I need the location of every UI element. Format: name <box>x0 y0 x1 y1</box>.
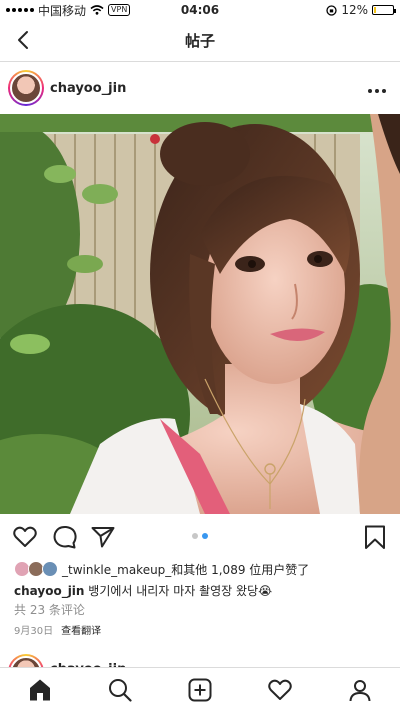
status-right: 12% <box>326 3 396 17</box>
plus-square-icon[interactable] <box>187 677 213 703</box>
view-comments-link[interactable]: 共 23 条评论 <box>14 601 85 618</box>
avatar-image <box>10 72 42 104</box>
likes-text: _twinkle_makeup_和其他 1,089 位用户赞了 <box>62 562 310 577</box>
signal-icon <box>6 8 34 12</box>
liker-avatars <box>14 561 60 577</box>
post-date: 9月30日 <box>14 626 54 637</box>
carrier-label: 中国移动 <box>38 3 87 18</box>
avatar <box>42 561 58 577</box>
nav-bar: 帖子 <box>0 20 400 62</box>
search-icon[interactable] <box>107 677 133 703</box>
home-icon[interactable] <box>27 677 53 703</box>
battery-percent: 12% <box>341 3 368 17</box>
heart-icon[interactable] <box>12 524 38 550</box>
post-photo[interactable] <box>0 114 400 514</box>
post-username[interactable]: chayoo_jin <box>50 81 126 96</box>
translate-link[interactable]: 查看翻译 <box>61 622 101 637</box>
orientation-lock-icon <box>326 4 337 16</box>
caption: chayoo_jin 뱅기에서 내리자 마자 촬영장 왔당😭 <box>14 582 390 600</box>
activity-heart-icon[interactable] <box>267 677 293 703</box>
battery-icon <box>372 5 396 15</box>
carousel-indicator <box>192 533 208 539</box>
bookmark-icon[interactable] <box>362 524 388 550</box>
avatar[interactable] <box>8 70 44 106</box>
carousel-dot <box>192 533 198 539</box>
post-header: chayoo_jin <box>0 62 400 114</box>
paper-plane-icon[interactable] <box>90 524 116 550</box>
likes-row[interactable]: _twinkle_makeup_和其他 1,089 位用户赞了 <box>14 560 390 578</box>
page-title: 帖子 <box>184 32 215 50</box>
profile-icon[interactable] <box>347 677 373 703</box>
carousel-dot <box>202 533 208 539</box>
photo-illustration <box>0 114 400 514</box>
more-horizontal-icon[interactable] <box>362 83 392 93</box>
status-bar: 中国移动 VPN 04:06 12% <box>0 0 400 20</box>
post-meta: 9月30日 查看翻译 <box>14 622 101 637</box>
comment-icon[interactable] <box>52 524 78 550</box>
caption-text: 뱅기에서 내리자 마자 촬영장 왔당😭 <box>88 584 273 598</box>
wifi-icon <box>90 5 104 15</box>
tab-bar <box>0 667 400 711</box>
caption-username[interactable]: chayoo_jin <box>14 584 84 598</box>
vpn-badge: VPN <box>108 4 131 16</box>
chevron-left-icon[interactable] <box>14 28 34 52</box>
action-bar <box>0 516 400 558</box>
battery-fill <box>374 7 377 13</box>
status-left: 中国移动 VPN <box>6 2 131 19</box>
